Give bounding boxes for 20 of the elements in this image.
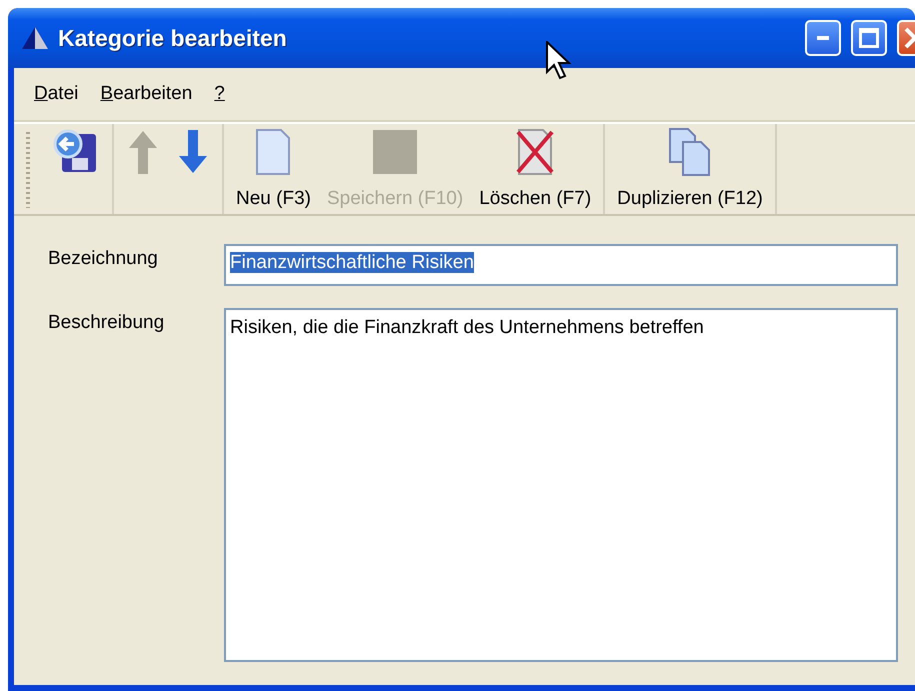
toolbar-button[interactable]: Löschen (F7): [471, 124, 600, 214]
mouse-pointer-icon: [546, 41, 572, 81]
field-label: Bezeichnung: [48, 247, 159, 271]
toolbar-button[interactable]: Duplizieren (F12): [609, 124, 771, 214]
field-label: Beschreibung: [48, 311, 166, 335]
menu-item[interactable]: ?: [214, 83, 225, 105]
toolbar-button[interactable]: Neu (F3): [228, 124, 319, 214]
save-icon: [373, 128, 418, 176]
menu-item[interactable]: Datei: [34, 83, 78, 105]
toolbar-grip[interactable]: [26, 132, 30, 208]
text-area[interactable]: Risiken, die die Finanzkraft des Unternehmens betreffen: [224, 308, 898, 662]
delete-page-icon: [515, 128, 556, 176]
triangle-logo-icon: [22, 27, 48, 49]
input-field[interactable]: Finanzwirtschaftliche Risiken: [224, 244, 898, 286]
window-title: Kategorie bearbeiten: [58, 24, 288, 52]
minimize-button[interactable]: [805, 20, 841, 56]
menu-item[interactable]: Bearbeiten: [100, 83, 192, 105]
maximize-icon: [859, 28, 879, 48]
maximize-button[interactable]: [851, 20, 887, 56]
minimize-icon: [817, 36, 829, 40]
